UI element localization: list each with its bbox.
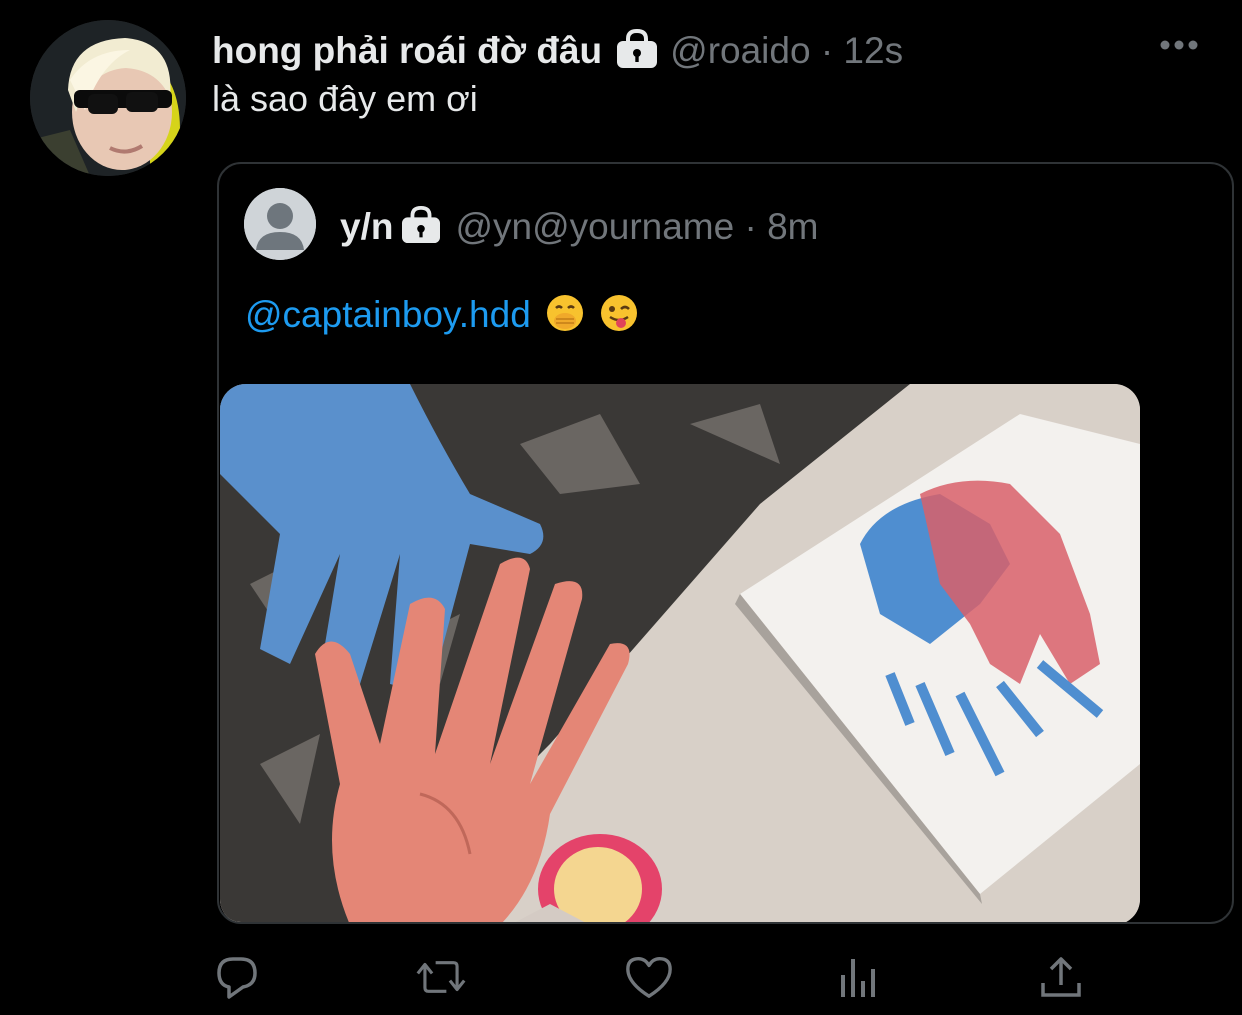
share-icon[interactable] [1036, 950, 1086, 1004]
default-avatar-icon [244, 188, 316, 260]
author-avatar-image [30, 20, 186, 176]
author-handle-time[interactable]: @roaido · 12s [670, 30, 903, 72]
handprint-photo [220, 384, 1140, 922]
tweet-text: là sao đây em ơi [212, 78, 478, 119]
winking-face-with-tongue-emoji [599, 293, 639, 338]
analytics-icon[interactable] [832, 950, 882, 1004]
more-options-icon[interactable] [1158, 35, 1200, 60]
quoted-author-name[interactable]: y/n [340, 206, 393, 248]
reply-icon[interactable] [212, 950, 262, 1004]
lock-icon [616, 28, 658, 74]
tweet-header: hong phải roái đờ đâu @roaido · 12s [212, 26, 903, 76]
quoted-header: y/n @yn@yourname · 8m [340, 204, 818, 250]
retweet-icon[interactable] [416, 950, 466, 1004]
quoted-tweet[interactable]: y/n @yn@yourname · 8m @captainboy.hdd [217, 162, 1234, 924]
tweet-actions [0, 950, 1242, 1004]
mention-link[interactable]: @captainboy.hdd [245, 294, 531, 336]
quoted-author-avatar[interactable] [244, 188, 316, 260]
author-avatar[interactable] [30, 20, 186, 176]
quoted-text: @captainboy.hdd [245, 292, 639, 338]
like-icon[interactable] [624, 950, 674, 1004]
author-name[interactable]: hong phải roái đờ đâu [212, 30, 602, 72]
quoted-media-image[interactable] [220, 384, 1140, 922]
quoted-handle-time[interactable]: @yn@yourname · 8m [455, 206, 818, 248]
lock-icon [401, 205, 441, 249]
face-with-hand-over-mouth-emoji [545, 293, 585, 338]
